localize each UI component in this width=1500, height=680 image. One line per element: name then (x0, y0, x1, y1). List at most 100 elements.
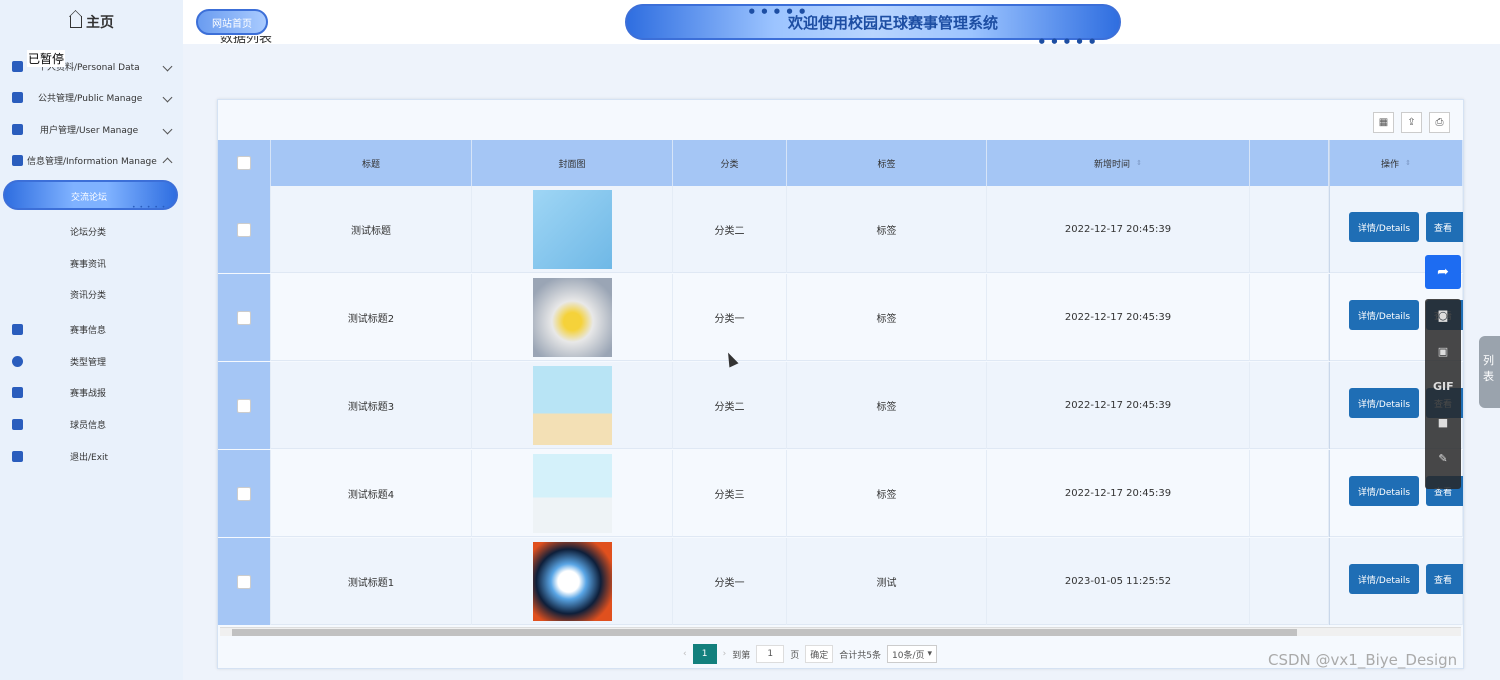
header-created-time[interactable]: 新增时间 ⇕ (987, 140, 1250, 186)
export-icon[interactable]: ⇪ (1401, 112, 1422, 133)
cell-tag: 标签 (787, 186, 987, 273)
menu-label: 类型管理 (70, 357, 107, 368)
site-home-button[interactable]: 网站首页 (196, 9, 268, 35)
cell-cover (472, 186, 673, 273)
header-cover: 封面图 (472, 140, 673, 186)
cell-category: 分类二 (673, 186, 787, 273)
camera-icon[interactable]: ◙ (1433, 309, 1453, 327)
menu-user-manage[interactable]: 用户管理/User Manage (0, 119, 183, 139)
details-button[interactable]: 详情/Details (1349, 564, 1419, 594)
table-row: 测试标题2 分类一 标签 2022-12-17 20:45:39 详情/Deta… (218, 274, 1463, 361)
home-link[interactable]: 主页 (70, 12, 114, 32)
cell-actions: 详情/Details 查看 (1329, 538, 1463, 625)
pagination: ‹ 1 › 到第 1 页 确定 合计共5条 10条/页 ▾ (683, 644, 938, 664)
cell-title: 测试标题1 (271, 538, 472, 625)
sidebar: 主页 个人资料/Personal Data 已暂停 公共管理/Public Ma… (0, 0, 183, 680)
details-button[interactable]: 详情/Details (1349, 300, 1419, 330)
image-icon[interactable]: ▣ (1433, 345, 1453, 363)
sort-icon[interactable]: ⇕ (1405, 159, 1411, 167)
video-icon[interactable]: ■ (1433, 416, 1453, 434)
menu-label: 赛事信息 (70, 325, 107, 336)
print-icon[interactable]: ⎙ (1429, 112, 1450, 133)
document-icon (12, 60, 23, 72)
page-size-select[interactable]: 10条/页 ▾ (887, 645, 938, 663)
cover-image[interactable] (532, 278, 612, 357)
goto-confirm-button[interactable]: 确定 (805, 645, 834, 663)
row-checkbox[interactable] (237, 222, 251, 237)
cell-time: 2022-12-17 20:45:39 (987, 274, 1250, 361)
row-checkbox[interactable] (237, 398, 251, 413)
select-all-checkbox[interactable] (237, 156, 251, 170)
sidebar-item-forum-category[interactable]: 论坛分类 (70, 225, 106, 238)
row-checkbox[interactable] (237, 310, 251, 325)
select-all-cell (218, 140, 271, 186)
cell-blank (1250, 274, 1329, 361)
sidebar-item-match-info[interactable]: 赛事信息 (0, 319, 183, 339)
page-size-value: 10条/页 (892, 650, 925, 661)
sidebar-item-match-report[interactable]: 赛事战报 (0, 382, 183, 402)
header-label: 新增时间 (1094, 159, 1131, 170)
sidebar-item-exit[interactable]: 退出/Exit (0, 446, 183, 466)
horizontal-scrollbar[interactable] (220, 627, 1461, 636)
table-row: 测试标题3 分类二 标签 2022-12-17 20:45:39 详情/Deta… (218, 362, 1463, 449)
cell-time: 2023-01-05 11:25:52 (987, 538, 1250, 625)
menu-label: 公共管理/Public Manage (38, 93, 143, 104)
gif-icon[interactable]: GIF (1433, 380, 1454, 398)
chevron-down-icon (162, 92, 173, 102)
page-suffix: 页 (790, 650, 800, 661)
row-select-cell (218, 274, 271, 361)
table-row: 测试标题1 分类一 测试 2023-01-05 11:25:52 详情/Deta… (218, 538, 1463, 625)
header-category: 分类 (673, 140, 787, 186)
columns-icon[interactable]: ▦ (1373, 112, 1394, 133)
bookmark-icon (12, 323, 23, 335)
scrollbar-thumb[interactable] (232, 629, 1297, 636)
prev-page-icon[interactable]: ‹ (683, 649, 687, 659)
table-header: 标题 封面图 分类 标签 新增时间 ⇕ 操作 ⇕ (218, 140, 1463, 186)
details-button[interactable]: 详情/Details (1349, 212, 1419, 242)
details-button[interactable]: 详情/Details (1349, 388, 1419, 418)
goto-page-input[interactable]: 1 (756, 645, 785, 663)
header-title: 标题 (271, 140, 472, 186)
header-actions: 操作 ⇕ (1329, 140, 1463, 186)
details-button[interactable]: 详情/Details (1349, 476, 1419, 506)
menu-public-manage[interactable]: 公共管理/Public Manage (0, 87, 183, 107)
next-page-icon[interactable]: › (723, 649, 727, 659)
goto-prefix: 到第 (732, 650, 751, 661)
cover-image[interactable] (532, 454, 612, 533)
clipboard-icon (12, 91, 23, 103)
decor-dots: ••••• (747, 3, 810, 21)
sidebar-item-label: 交流论坛 (71, 193, 108, 203)
cell-title: 测试标题3 (271, 362, 472, 449)
menu-label: 用户管理/User Manage (40, 125, 139, 136)
row-checkbox[interactable] (237, 486, 251, 501)
cover-image[interactable] (532, 542, 612, 621)
menu-information-manage[interactable]: 信息管理/Information Manage (0, 150, 183, 170)
row-checkbox[interactable] (237, 574, 251, 589)
users-icon (12, 123, 23, 135)
side-list-tab[interactable]: 列表 (1479, 336, 1500, 408)
chevron-down-icon (162, 124, 173, 134)
sidebar-item-player-info[interactable]: 球员信息 (0, 414, 183, 434)
chevron-up-icon (162, 157, 173, 168)
sidebar-item-news-category[interactable]: 资讯分类 (70, 288, 106, 301)
header-tag: 标签 (787, 140, 987, 186)
page-number-current[interactable]: 1 (692, 644, 717, 664)
cover-image[interactable] (532, 190, 612, 269)
cell-category: 分类三 (673, 450, 787, 537)
welcome-banner: ••••• 欢迎使用校园足球赛事管理系统 ••••• (625, 3, 1121, 51)
cover-image[interactable] (532, 366, 612, 445)
cell-cover (472, 538, 673, 625)
cell-cover (472, 450, 673, 537)
row-select-cell (218, 362, 271, 449)
sidebar-item-match-news[interactable]: 赛事资讯 (70, 257, 106, 270)
sort-icon[interactable]: ⇕ (1136, 159, 1142, 167)
pen-icon[interactable]: ✎ (1433, 452, 1453, 470)
share-icon[interactable]: ➦ (1425, 255, 1461, 289)
view-button[interactable]: 查看 (1426, 564, 1463, 594)
cell-cover (472, 274, 673, 361)
home-label: 主页 (86, 15, 114, 31)
side-tab-label: 列表 (1483, 354, 1494, 383)
sidebar-item-type-manage[interactable]: 类型管理 (0, 351, 183, 371)
cell-blank (1250, 186, 1329, 273)
view-button[interactable]: 查看 (1426, 212, 1463, 242)
